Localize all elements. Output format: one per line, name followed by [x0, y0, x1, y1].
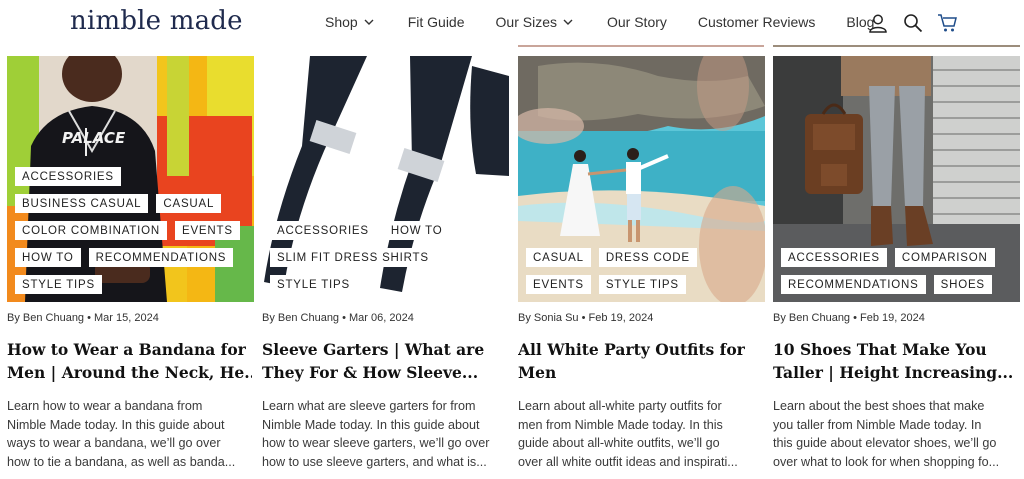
post-title-line: How to Wear a Bandana for: [7, 340, 246, 359]
chevron-down-icon: [563, 19, 573, 25]
svg-text:PALACE: PALACE: [62, 129, 126, 147]
post-excerpt-line: how to tie a bandana, as well as banda..…: [7, 454, 236, 469]
tag-link[interactable]: STYLE TIPS: [270, 275, 357, 294]
post-tags: ACCESSORIES BUSINESS CASUAL CASUAL COLOR…: [15, 167, 250, 294]
post-excerpt-line: this guide about elevator shoes, we’ll g…: [773, 436, 997, 450]
tag-link[interactable]: CASUAL: [156, 194, 222, 213]
tag-link[interactable]: STYLE TIPS: [598, 275, 686, 294]
image-edge: [773, 45, 1020, 47]
main-nav: Shop Fit Guide Our Sizes Our Story Custo…: [325, 14, 874, 30]
post-excerpt-line: men from Nimble Made today. In this: [518, 417, 723, 432]
tag-link[interactable]: EVENTS: [174, 221, 240, 240]
nav-customer-reviews[interactable]: Customer Reviews: [698, 14, 815, 30]
post-excerpt-line: over what to look for when shopping fo..…: [773, 454, 1000, 469]
post-meta: By Ben Chuang • Mar 06, 2024: [262, 312, 414, 324]
tag-link[interactable]: COLOR COMBINATION: [15, 221, 167, 240]
nav-fit-guide[interactable]: Fit Guide: [408, 14, 465, 30]
post-thumbnail[interactable]: CASUAL DRESS CODE EVENTS STYLE TIPS: [518, 56, 765, 302]
nav-our-sizes-label: Our Sizes: [495, 14, 557, 30]
post-tags: CASUAL DRESS CODE EVENTS STYLE TIPS: [526, 248, 761, 294]
post-excerpt-line: you taller from Nimble Made today. In: [773, 417, 982, 432]
tag-link[interactable]: BUSINESS CASUAL: [15, 194, 149, 213]
post-excerpt-line: ways to wear a bandana, we’ll go over: [7, 436, 221, 450]
blog-post-card[interactable]: ACCESSORIES COMPARISON RECOMMENDATIONS S…: [773, 56, 1020, 469]
tag-link[interactable]: DRESS CODE: [598, 248, 697, 267]
post-excerpt-line: Nimble Made today. In this guide about: [7, 417, 225, 432]
post-excerpt-line: Nimble Made today. In this guide about: [262, 417, 480, 432]
nav-shop[interactable]: Shop: [325, 14, 374, 30]
post-meta: By Ben Chuang • Feb 19, 2024: [773, 312, 925, 324]
post-excerpt-line: Learn about the best shoes that make: [773, 399, 985, 413]
post-tags: ACCESSORIES HOW TO SLIM FIT DRESS SHIRTS…: [270, 221, 505, 294]
post-excerpt: Learn what are sleeve garters for from N…: [262, 397, 507, 471]
nav-our-story-label: Our Story: [606, 14, 667, 30]
tag-link[interactable]: COMPARISON: [894, 248, 995, 267]
post-excerpt-line: Learn what are sleeve garters for from: [262, 399, 476, 413]
post-title-line: All White Party Outfits for: [518, 340, 745, 359]
post-title[interactable]: Sleeve Garters | What are They For & How…: [262, 338, 507, 384]
post-title-line: 10 Shoes That Make You: [773, 340, 987, 359]
nav-our-sizes[interactable]: Our Sizes: [496, 14, 573, 30]
post-excerpt-line: Learn about all-white party outfits for: [518, 399, 722, 413]
header-icons: [866, 11, 960, 35]
post-thumbnail[interactable]: ACCESSORIES COMPARISON RECOMMENDATIONS S…: [773, 56, 1020, 302]
tag-link[interactable]: ACCESSORIES: [781, 248, 887, 267]
nav-customer-reviews-label: Customer Reviews: [697, 14, 816, 30]
tag-link[interactable]: HOW TO: [15, 248, 81, 267]
tag-link[interactable]: RECOMMENDATIONS: [781, 275, 926, 294]
post-excerpt: Learn how to wear a bandana from Nimble …: [7, 397, 252, 471]
chevron-down-icon: [364, 19, 374, 25]
nav-our-story[interactable]: Our Story: [607, 14, 667, 30]
post-thumbnail[interactable]: PALACE ACCESSORIES BUSINESS CASUAL CASUA…: [7, 56, 254, 302]
post-title-line: Taller | Height Increasing...: [773, 363, 1014, 382]
tag-link[interactable]: SLIM FIT DRESS SHIRTS: [270, 248, 436, 267]
post-meta: By Sonia Su • Feb 19, 2024: [518, 312, 654, 324]
blog-post-card[interactable]: CASUAL DRESS CODE EVENTS STYLE TIPS By S…: [518, 56, 765, 469]
tag-link[interactable]: SHOES: [933, 275, 992, 294]
site-header: nimble made Shop Fit Guide Our Sizes Our…: [0, 0, 1024, 46]
post-tags: ACCESSORIES COMPARISON RECOMMENDATIONS S…: [781, 248, 1016, 294]
image-edge: [518, 45, 764, 47]
post-title[interactable]: 10 Shoes That Make You Taller | Height I…: [773, 338, 1018, 384]
tag-link[interactable]: ACCESSORIES: [270, 221, 376, 240]
nav-fit-guide-label: Fit Guide: [407, 14, 465, 30]
tag-link[interactable]: CASUAL: [526, 248, 591, 267]
post-excerpt-line: how to use sleeve garters, and what is..…: [262, 454, 487, 469]
post-meta: By Ben Chuang • Mar 15, 2024: [7, 312, 159, 324]
cart-icon[interactable]: [936, 11, 960, 35]
post-title[interactable]: How to Wear a Bandana for Men | Around t…: [7, 338, 252, 384]
post-excerpt-line: over all white outfit ideas and inspirat…: [518, 454, 738, 469]
tag-link[interactable]: EVENTS: [526, 275, 591, 294]
tag-link[interactable]: HOW TO: [383, 221, 450, 240]
tag-link[interactable]: ACCESSORIES: [15, 167, 121, 186]
tag-link[interactable]: RECOMMENDATIONS: [88, 248, 234, 267]
post-excerpt: Learn about the best shoes that make you…: [773, 397, 1018, 471]
post-title-line: Men: [518, 363, 557, 382]
nav-shop-label: Shop: [325, 14, 358, 30]
post-title[interactable]: All White Party Outfits for Men: [518, 338, 763, 384]
blog-post-card[interactable]: PALACE ACCESSORIES BUSINESS CASUAL CASUA…: [7, 56, 254, 469]
blog-post-card[interactable]: ACCESSORIES HOW TO SLIM FIT DRESS SHIRTS…: [262, 56, 509, 469]
post-excerpt-line: how to wear sleeve garters, we’ll go ove…: [262, 436, 490, 450]
search-icon[interactable]: [901, 11, 925, 35]
post-title-line: Men | Around the Neck, He...: [7, 363, 252, 382]
tag-link[interactable]: STYLE TIPS: [15, 275, 102, 294]
site-logo[interactable]: nimble made: [70, 6, 243, 36]
post-excerpt: Learn about all-white party outfits for …: [518, 397, 763, 471]
post-title-line: They For & How Sleeve...: [262, 363, 479, 382]
account-icon[interactable]: [866, 11, 890, 35]
post-title-line: Sleeve Garters | What are: [262, 340, 485, 359]
post-thumbnail[interactable]: ACCESSORIES HOW TO SLIM FIT DRESS SHIRTS…: [262, 56, 509, 302]
post-excerpt-line: Learn how to wear a bandana from: [7, 399, 203, 413]
post-excerpt-line: guide about all-white outfits, we’ll go: [518, 436, 720, 450]
